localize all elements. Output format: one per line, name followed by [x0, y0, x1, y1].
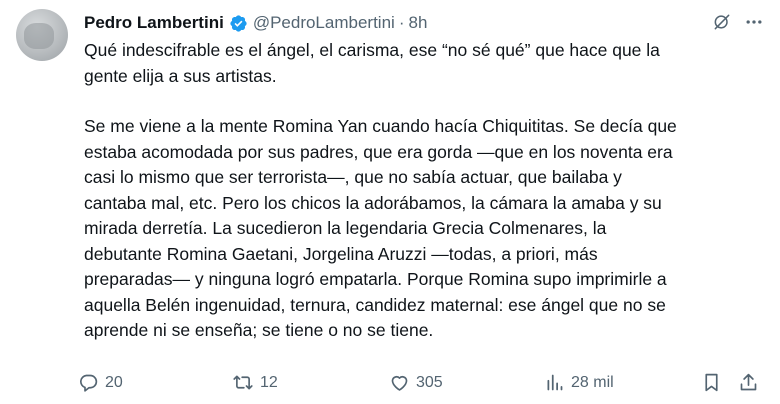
timestamp[interactable]: 8h — [408, 13, 427, 33]
author-handle[interactable]: @PedroLambertini — [253, 13, 395, 33]
views-count: 28 mil — [571, 373, 614, 391]
reply-button[interactable]: 20 — [78, 372, 123, 393]
retweet-icon — [232, 372, 254, 393]
reply-icon — [78, 372, 99, 393]
tweet-paragraph-2: Se me viene a la mente Romina Yan cuando… — [84, 116, 677, 340]
tweet-actions: 20 12 305 28 mil — [78, 372, 766, 394]
tweet-text: Qué indescifrable es el ángel, el carism… — [84, 38, 774, 344]
author-name[interactable]: Pedro Lambertini — [84, 13, 224, 33]
share-button[interactable] — [738, 372, 759, 393]
views-button[interactable]: 28 mil — [544, 372, 614, 393]
avatar-image — [24, 23, 54, 49]
bookmark-button[interactable] — [701, 372, 722, 393]
like-button[interactable]: 305 — [389, 372, 443, 393]
grok-icon[interactable] — [712, 12, 732, 32]
retweet-button[interactable]: 12 — [232, 372, 278, 393]
tweet-header: Pedro Lambertini @PedroLambertini · 8h — [84, 12, 427, 34]
tweet-paragraph-1: Qué indescifrable es el ángel, el carism… — [84, 40, 660, 86]
like-count: 305 — [416, 373, 443, 391]
tweet-top-actions — [712, 12, 764, 32]
reply-count: 20 — [105, 373, 123, 391]
heart-icon — [389, 372, 410, 393]
share-icon — [738, 372, 759, 393]
views-icon — [544, 372, 565, 393]
more-icon[interactable] — [744, 12, 764, 32]
verified-badge-icon — [229, 14, 248, 33]
avatar[interactable] — [16, 9, 68, 61]
separator-dot: · — [398, 13, 405, 32]
bookmark-icon — [701, 372, 722, 393]
retweet-count: 12 — [260, 373, 278, 391]
